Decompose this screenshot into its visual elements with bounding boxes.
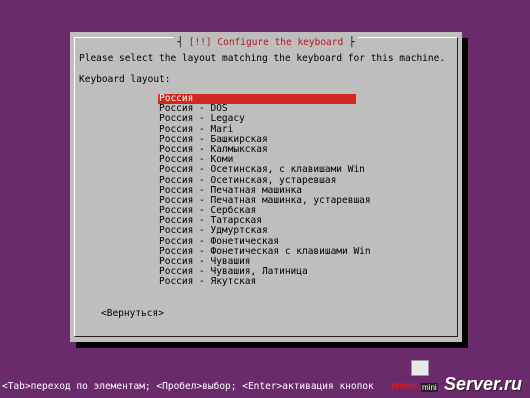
layout-option[interactable]: Россия - Осетинская, с клавишами Win bbox=[158, 165, 365, 175]
watermark-main: Server.ru bbox=[443, 374, 522, 394]
dialog-title-alert: [!!] bbox=[188, 37, 212, 48]
keyboard-config-dialog: ┤ [!!] Configure the keyboard ├ Please s… bbox=[70, 32, 462, 342]
keyboard-layout-label: Keyboard layout: bbox=[79, 74, 171, 85]
dialog-title: ┤ [!!] Configure the keyboard ├ bbox=[173, 37, 359, 48]
watermark-www: www. bbox=[391, 380, 420, 392]
watermark-mini: mini bbox=[421, 383, 438, 392]
keyboard-layout-list[interactable]: Россия Россия - DOS Россия - Legacy Россия … bbox=[158, 93, 371, 288]
layout-option[interactable]: Россия - Якутская bbox=[158, 277, 356, 287]
dialog-title-text: Configure the keyboard bbox=[217, 37, 344, 48]
back-button[interactable]: <Вернуться> bbox=[101, 308, 164, 319]
server-icon bbox=[411, 360, 429, 376]
watermark-logo: www. mini Server.ru bbox=[389, 358, 524, 396]
dialog-prompt: Please select the layout matching the ke… bbox=[79, 53, 446, 64]
